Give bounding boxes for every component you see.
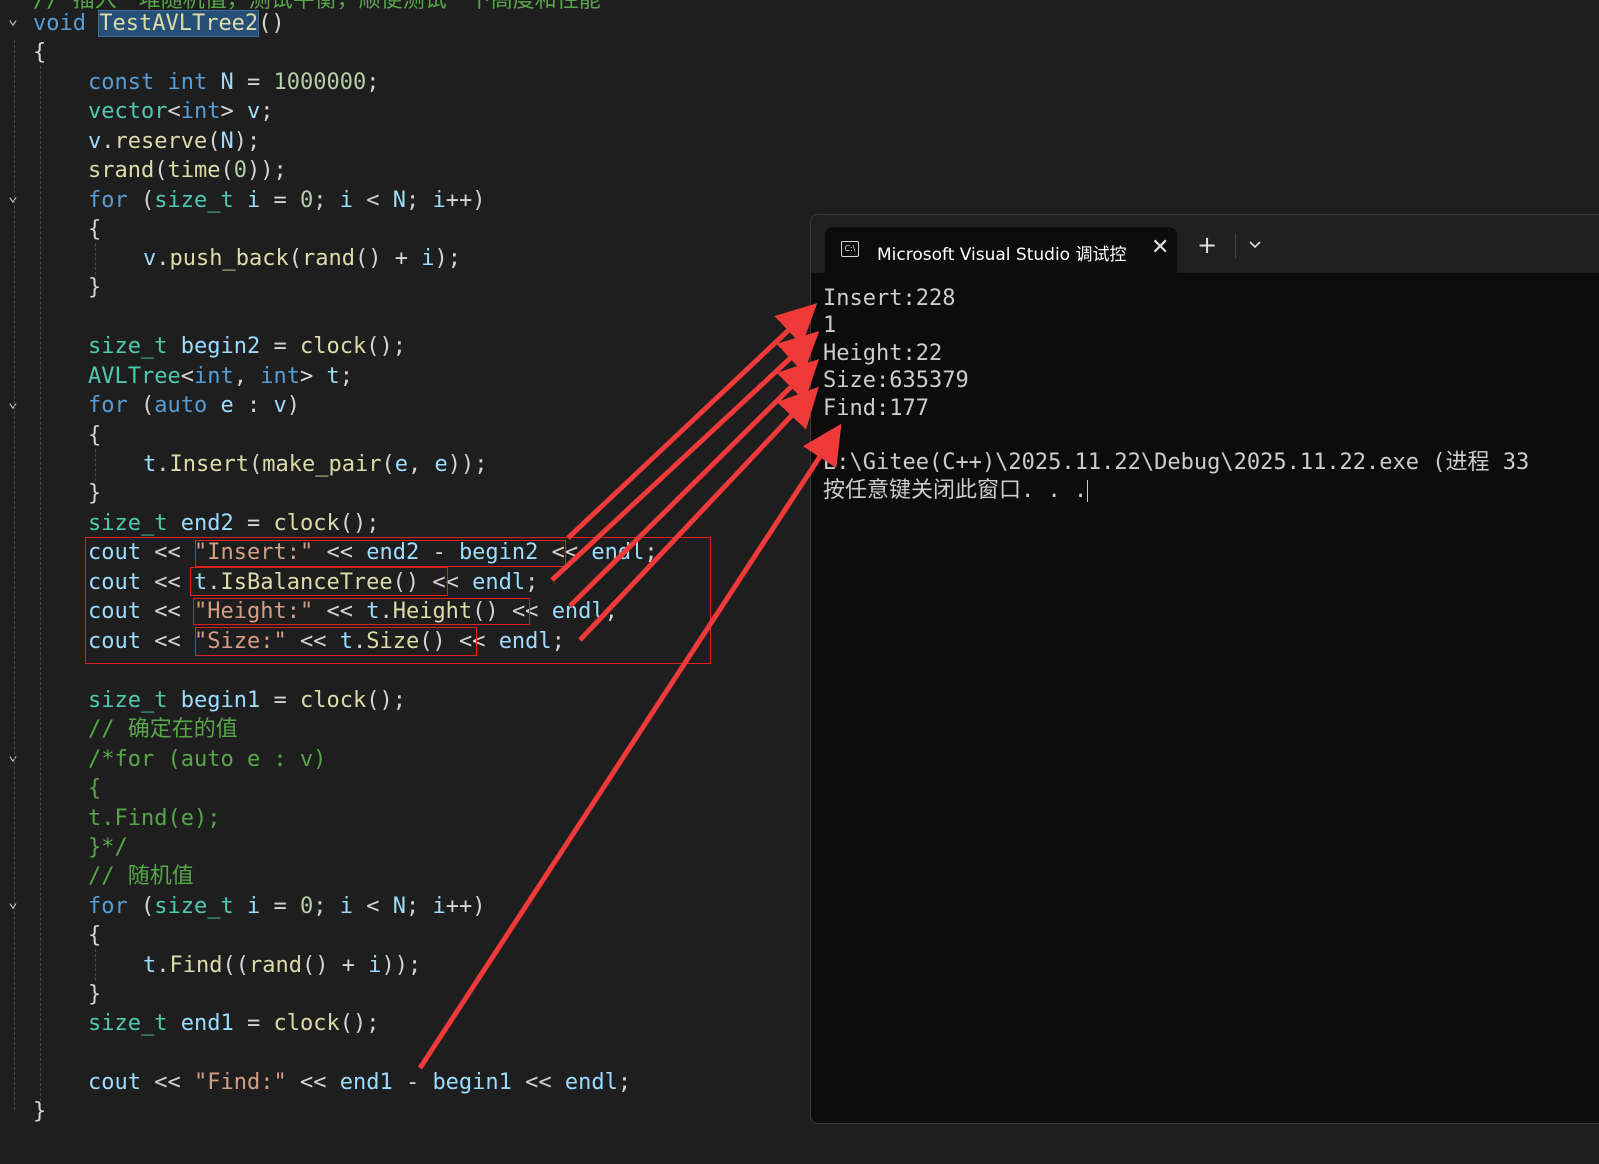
console-output: Insert:228 1 Height:22 Size:635379 Find:… [823, 285, 1529, 504]
height-expr-highlight [193, 598, 530, 625]
console-prompt-text: 按任意键关闭此窗口. . . [823, 477, 1088, 503]
code-text: size_t end1 = clock(); [88, 1011, 380, 1036]
console-line: 按任意键关闭此窗口. . . [823, 477, 1529, 504]
code-text: } [33, 1099, 47, 1124]
code-comment: t.Find(e); [88, 806, 221, 831]
code-text: } [88, 982, 102, 1007]
fold-chevron-icon[interactable]: ⌄ [4, 392, 22, 421]
insert-expr-highlight [195, 540, 566, 567]
indent-guide [95, 949, 96, 981]
console-tab-strip: C:\ Microsoft Visual Studio 调试控 ✕ + [811, 215, 1599, 273]
code-text: srand(time(0)); [88, 158, 287, 183]
code-text: cout << "Find:" << end1 - begin1 << endl… [88, 1070, 632, 1095]
fold-chevron-icon[interactable]: ⌄ [4, 186, 22, 215]
code-text: for (auto e : v) [88, 393, 300, 418]
console-line: E:\Gitee(C++)\2025.11.22\Debug\2025.11.2… [823, 450, 1530, 476]
code-text: { [88, 217, 102, 242]
indent-guide [40, 66, 41, 1106]
code-text: vector<int> v; [88, 99, 274, 124]
function-parens: () [258, 11, 285, 36]
console-line: Find:177 [823, 395, 929, 421]
tab-divider [1235, 233, 1236, 259]
code-text: v.reserve(N); [88, 129, 261, 154]
console-line: 1 [823, 313, 837, 339]
code-text: } [88, 275, 102, 300]
code-text: for (size_t i = 0; i < N; i++) [88, 188, 486, 213]
code-text: v.push_back(rand() + i); [143, 246, 461, 271]
keyword-void: void [33, 11, 86, 36]
code-comment: }*/ [88, 835, 128, 860]
function-name[interactable]: TestAVLTree2 [98, 10, 260, 37]
console-line: Size:635379 [823, 368, 969, 394]
fold-chevron-icon[interactable]: ⌄ [4, 745, 22, 774]
indent-guide [95, 449, 96, 481]
size-expr-highlight [195, 627, 477, 656]
code-text: } [88, 481, 102, 506]
code-text: t.Insert(make_pair(e, e)); [143, 452, 488, 477]
code-text: { [88, 423, 102, 448]
new-tab-plus-icon[interactable]: + [1197, 233, 1217, 257]
code-text: { [88, 923, 102, 948]
code-text: AVLTree<int, int> t; [88, 364, 353, 389]
fold-chevron-icon[interactable]: ⌄ [4, 892, 22, 921]
console-app-icon: C:\ [841, 241, 859, 257]
console-line: Insert:228 [823, 286, 956, 311]
debug-console-window[interactable]: C:\ Microsoft Visual Studio 调试控 ✕ + Inse… [810, 214, 1599, 1124]
code-text: { [33, 40, 47, 65]
code-text: for (size_t i = 0; i < N; i++) [88, 894, 486, 919]
code-text: size_t begin1 = clock(); [88, 688, 406, 713]
chevron-down-icon[interactable] [1247, 237, 1263, 253]
console-line: Height:22 [823, 340, 943, 366]
console-tab[interactable]: C:\ Microsoft Visual Studio 调试控 ✕ [825, 227, 1177, 273]
code-comment: /*for (auto e : v) [88, 747, 327, 772]
indent-guide [14, 40, 15, 1110]
code-comment: // 确定在的值 [88, 717, 238, 742]
code-text: size_t begin2 = clock(); [88, 334, 406, 359]
close-icon[interactable]: ✕ [1151, 236, 1169, 260]
isbalance-expr-highlight [190, 567, 448, 596]
code-line[interactable]: void TestAVLTree2() [0, 9, 285, 38]
text-cursor [1087, 479, 1089, 502]
code-text: const int N = 1000000; [88, 70, 380, 95]
console-tab-title: Microsoft Visual Studio 调试控 [877, 245, 1127, 265]
indent-guide [95, 243, 96, 275]
code-text: size_t end2 = clock(); [88, 511, 380, 536]
code-comment: // 随机值 [88, 864, 194, 889]
code-comment: { [88, 776, 102, 801]
code-text: t.Find((rand() + i)); [143, 953, 422, 978]
